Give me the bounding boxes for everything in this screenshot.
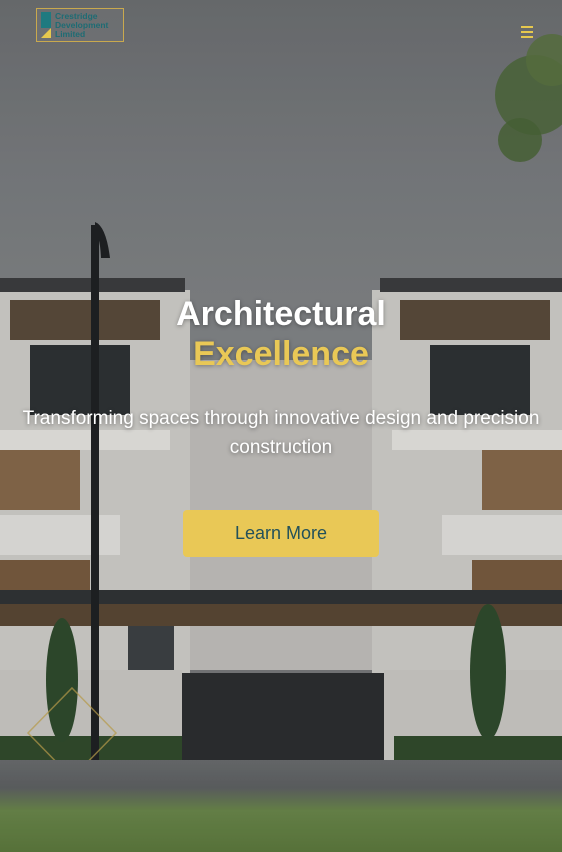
hero-title-line2: Excellence bbox=[193, 335, 369, 373]
hamburger-menu-icon[interactable] bbox=[519, 25, 535, 39]
learn-more-button[interactable]: Learn More bbox=[183, 510, 379, 557]
logo-line-3: Limited bbox=[55, 28, 86, 39]
hero-title-line1: Architectural bbox=[176, 295, 386, 333]
hero-title: Architectural Excellence bbox=[0, 294, 562, 374]
logo-text: Crestridge Development Limited bbox=[55, 11, 108, 39]
company-logo[interactable]: Crestridge Development Limited bbox=[36, 8, 124, 42]
logo-mark-icon bbox=[41, 12, 51, 38]
hero-subtitle: Transforming spaces through innovative d… bbox=[22, 408, 540, 458]
